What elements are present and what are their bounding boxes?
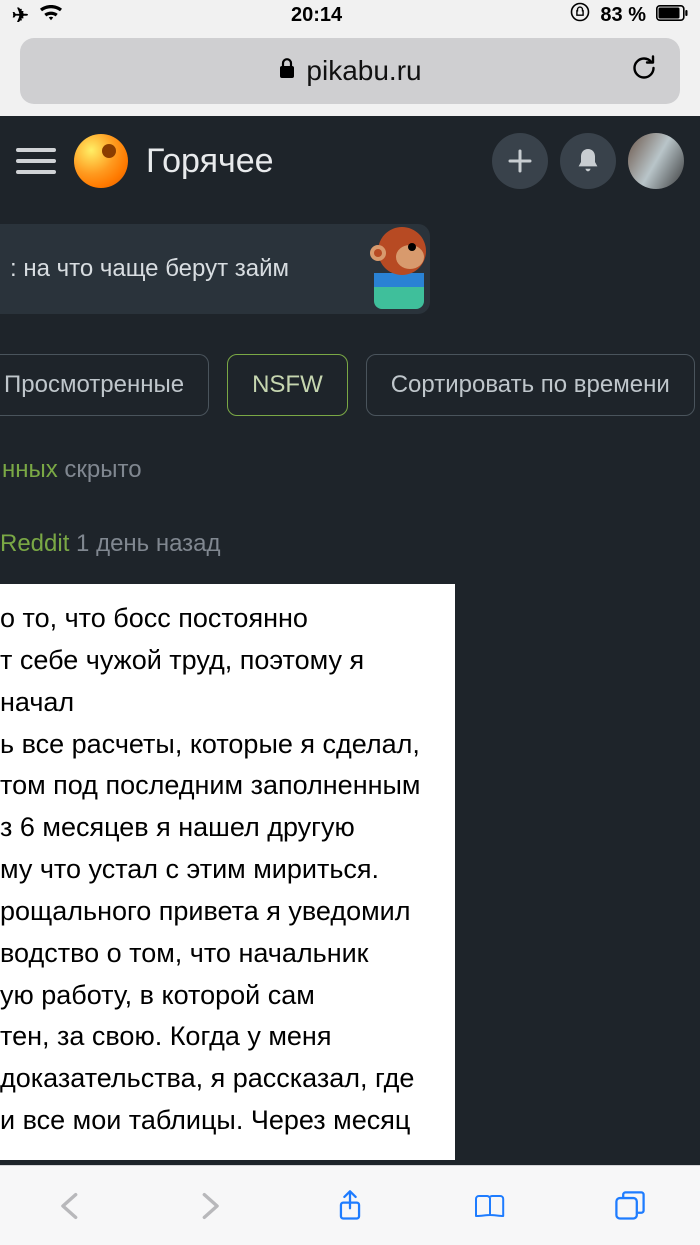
site-header: Горячее <box>0 116 700 206</box>
post-card[interactable]: Reddit 1 день назад о то, что босс посто… <box>0 530 460 1160</box>
chip-sort-by-time[interactable]: Сортировать по времени <box>366 354 695 416</box>
share-button[interactable] <box>326 1182 374 1230</box>
post-age: 1 день назад <box>76 530 220 557</box>
wifi-icon <box>39 3 63 27</box>
promo-banner[interactable]: : на что чаще берут займ <box>0 224 430 314</box>
hidden-posts-rest: скрыто <box>58 456 142 483</box>
battery-percent: 83 % <box>600 4 646 27</box>
url-bar[interactable]: pikabu.ru <box>20 38 680 104</box>
url-domain: pikabu.ru <box>306 55 421 87</box>
status-time: 20:14 <box>291 4 342 27</box>
pikabu-logo[interactable] <box>74 134 128 188</box>
notifications-button[interactable] <box>560 133 616 189</box>
hidden-posts-accent: нных <box>2 456 58 483</box>
safari-top-chrome: pikabu.ru <box>0 30 700 116</box>
reload-icon[interactable] <box>630 52 658 90</box>
bookmarks-button[interactable] <box>466 1182 514 1230</box>
hidden-posts-line: нных скрыто <box>0 456 700 484</box>
menu-button[interactable] <box>16 141 56 181</box>
monkey-icon <box>362 217 440 314</box>
chip-viewed[interactable]: Просмотренные <box>0 354 209 416</box>
lock-icon <box>278 57 296 85</box>
orientation-lock-icon <box>570 2 590 28</box>
promo-text: : на что чаще берут займ <box>10 255 289 283</box>
back-button[interactable] <box>46 1182 94 1230</box>
filter-chips: Просмотренные NSFW Сортировать по времен… <box>0 354 700 416</box>
avatar[interactable] <box>628 133 684 189</box>
tabs-button[interactable] <box>606 1182 654 1230</box>
forward-button[interactable] <box>186 1182 234 1230</box>
airplane-mode-icon: ✈︎ <box>12 3 29 28</box>
post-image-text: о то, что босс постоянно т себе чужой тр… <box>0 584 455 1160</box>
post-meta: Reddit 1 день назад <box>0 530 460 558</box>
ios-status-bar: ✈︎ 20:14 83 % <box>0 0 700 30</box>
page-title: Горячее <box>146 142 474 181</box>
site-content: Горячее : на что чаще берут займ <box>0 116 700 1165</box>
chip-nsfw[interactable]: NSFW <box>227 354 348 416</box>
safari-bottom-toolbar <box>0 1165 700 1245</box>
post-source: Reddit <box>0 530 69 557</box>
add-post-button[interactable] <box>492 133 548 189</box>
battery-icon <box>656 4 688 27</box>
